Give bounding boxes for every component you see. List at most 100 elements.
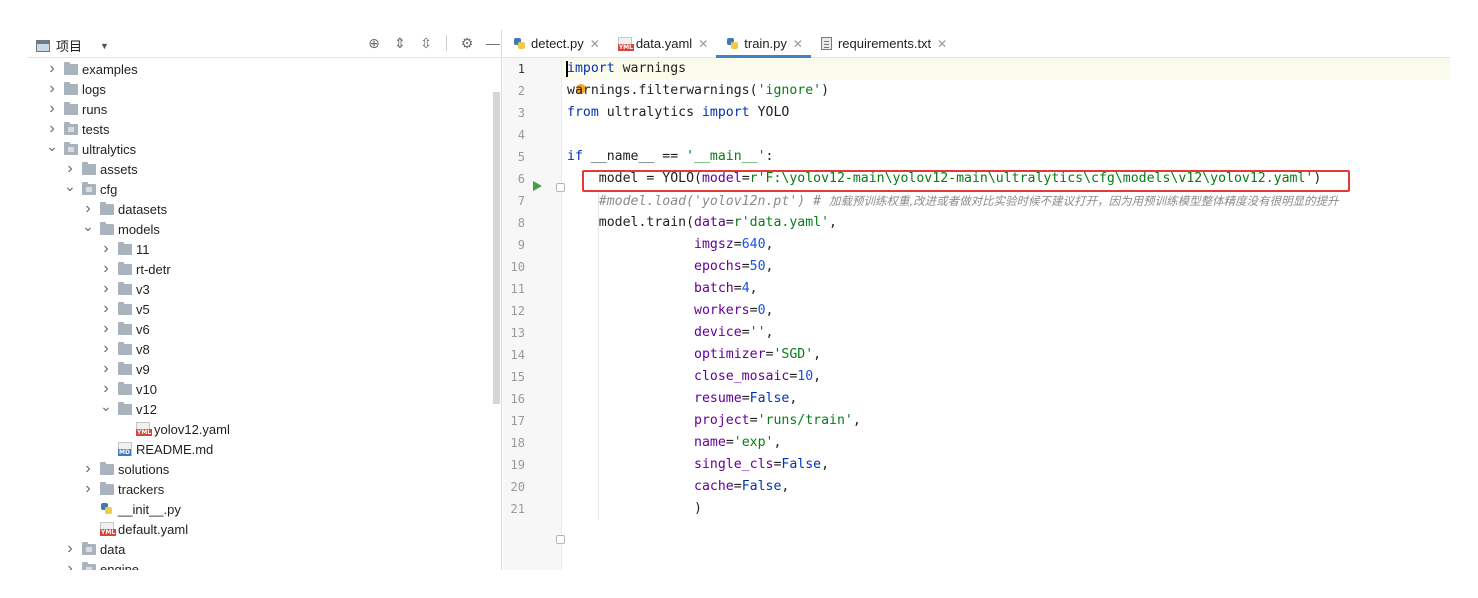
code-token: = — [733, 237, 742, 252]
text-file-icon — [820, 37, 832, 50]
code-line: batch=4, — [567, 278, 758, 300]
line-number: 1 — [517, 62, 525, 76]
close-icon[interactable]: ✕ — [793, 37, 803, 51]
chevron-right-icon[interactable]: › — [64, 540, 76, 557]
chevron-down-icon[interactable]: ⌄ — [82, 218, 94, 234]
minimize-icon[interactable]: — — [485, 35, 501, 51]
chevron-down-icon[interactable]: ⌄ — [100, 398, 112, 414]
chevron-right-icon[interactable]: › — [82, 460, 94, 477]
code-token: ) — [1313, 171, 1322, 186]
code-line: cache=False, — [567, 476, 789, 498]
editor-tab[interactable]: train.py ✕ — [716, 30, 811, 58]
run-gutter-icon[interactable] — [533, 181, 542, 191]
expand-all-icon[interactable]: ⇕ — [392, 35, 408, 51]
target-icon[interactable]: ⊕ — [366, 35, 382, 51]
chevron-down-icon[interactable]: ⌄ — [46, 138, 58, 154]
folder-icon — [118, 401, 132, 415]
line-number: 19 — [510, 458, 525, 472]
tree-item[interactable]: › assets — [64, 159, 137, 179]
chevron-down-icon[interactable]: ⌄ — [64, 178, 76, 194]
line-number: 8 — [517, 216, 525, 230]
line-number-gutter: 1 2 3 4 5 6 7 8 9 10 11 12 13 14 15 16 17 18 19 20 21 — [503, 58, 565, 570]
chevron-right-icon[interactable]: › — [100, 300, 112, 317]
tree-item[interactable]: default.yaml — [82, 519, 188, 539]
code-editor[interactable]: import warnings warnings.filterwarnings('… — [562, 58, 1450, 570]
chevron-right-icon[interactable]: › — [46, 100, 58, 117]
tree-item[interactable]: › logs — [46, 79, 106, 99]
code-token: project — [694, 413, 750, 428]
chevron-right-icon[interactable]: › — [100, 360, 112, 377]
tree-item-label: v12 — [136, 401, 157, 417]
tree-item[interactable]: › v3 — [100, 279, 149, 299]
tree-item[interactable]: › engine — [64, 559, 139, 570]
chevron-right-icon[interactable]: › — [46, 60, 58, 77]
project-scrollbar-thumb[interactable] — [493, 92, 500, 404]
code-line: if __name__ == '__main__': — [567, 146, 773, 168]
code-line: from ultralytics import YOLO — [567, 102, 789, 124]
tree-item[interactable]: ⌄ v12 — [100, 398, 157, 419]
line-number: 11 — [510, 282, 525, 296]
project-toolbar: ⊕ ⇕ ⇳ ⚙ — — [366, 35, 501, 51]
tree-item[interactable]: › data — [64, 539, 125, 559]
tree-item[interactable]: ⌄ models — [82, 218, 160, 239]
tree-item[interactable]: › solutions — [82, 459, 169, 479]
tree-item[interactable]: › trackers — [82, 479, 164, 499]
tree-item[interactable]: › examples — [46, 59, 137, 79]
code-token: 'ignore' — [757, 83, 822, 98]
tree-item-label: 11 — [136, 241, 150, 257]
tree-item[interactable]: › 11 — [100, 239, 150, 259]
tree-item[interactable]: › v10 — [100, 379, 157, 399]
line-number: 18 — [510, 436, 525, 450]
chevron-right-icon[interactable]: › — [82, 480, 94, 497]
tree-item[interactable]: › v6 — [100, 319, 149, 339]
line-number: 3 — [517, 106, 525, 120]
chevron-right-icon[interactable]: › — [46, 120, 58, 137]
chevron-right-icon[interactable]: › — [64, 560, 76, 570]
tree-item-label: README.md — [136, 441, 214, 457]
tree-item[interactable]: __init__.py — [82, 499, 181, 519]
tree-item-label: default.yaml — [118, 521, 189, 537]
tree-item-label: trackers — [118, 481, 165, 497]
tree-item[interactable]: ⌄ cfg — [64, 178, 117, 199]
code-line: model = YOLO(model=r'F:\yolov12-main\yol… — [567, 168, 1322, 190]
chevron-right-icon[interactable]: › — [100, 240, 112, 257]
tree-item[interactable]: › v8 — [100, 339, 149, 359]
tree-item[interactable]: › tests — [46, 119, 109, 139]
tree-item[interactable]: › rt-detr — [100, 259, 170, 279]
gear-icon[interactable]: ⚙ — [459, 35, 475, 51]
close-icon[interactable]: ✕ — [698, 37, 708, 51]
tree-item[interactable]: › v9 — [100, 359, 149, 379]
tree-item[interactable]: › datasets — [82, 199, 167, 219]
folder-icon — [118, 381, 132, 395]
code-token: workers — [694, 303, 750, 318]
collapse-all-icon[interactable]: ⇳ — [418, 35, 434, 51]
project-view-selector[interactable]: 项目 ▼ — [36, 36, 109, 55]
tree-item[interactable]: README.md — [100, 439, 213, 459]
code-token: , — [813, 369, 822, 384]
folder-icon — [118, 321, 132, 335]
chevron-right-icon[interactable]: › — [64, 160, 76, 177]
code-token: = — [741, 171, 750, 186]
code-token: = — [741, 325, 750, 340]
editor-tab[interactable]: data.yaml ✕ — [608, 30, 716, 57]
chevron-right-icon[interactable]: › — [100, 260, 112, 277]
chevron-right-icon[interactable]: › — [100, 320, 112, 337]
chevron-right-icon[interactable]: › — [100, 380, 112, 397]
tree-item[interactable]: › runs — [46, 99, 107, 119]
chevron-right-icon[interactable]: › — [100, 280, 112, 297]
tree-item[interactable]: ⌄ ultralytics — [46, 138, 136, 159]
code-token: YOLO — [749, 105, 790, 120]
chevron-right-icon[interactable]: › — [82, 200, 94, 217]
line-number: 9 — [517, 238, 525, 252]
close-icon[interactable]: ✕ — [590, 37, 600, 51]
chevron-down-icon[interactable]: ▼ — [100, 41, 109, 51]
line-number: 10 — [510, 260, 525, 274]
code-token: False — [749, 391, 790, 406]
chevron-right-icon[interactable]: › — [46, 80, 58, 97]
chevron-right-icon[interactable]: › — [100, 340, 112, 357]
editor-tab[interactable]: requirements.txt ✕ — [811, 30, 955, 57]
close-icon[interactable]: ✕ — [937, 37, 947, 51]
editor-tab[interactable]: detect.py ✕ — [503, 30, 608, 57]
tree-item[interactable]: › v5 — [100, 299, 149, 319]
tree-item[interactable]: yolov12.yaml — [118, 419, 230, 439]
